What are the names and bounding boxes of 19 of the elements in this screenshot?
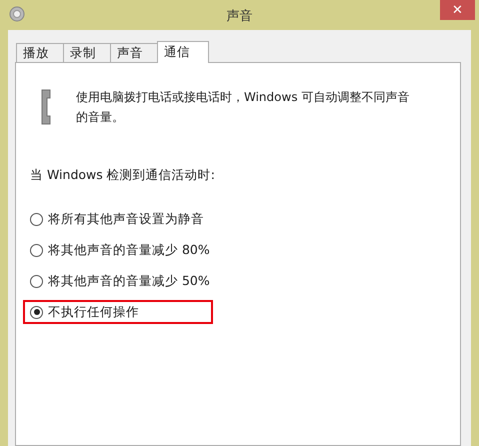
tab[interactable]: 播放	[16, 43, 64, 63]
option-label: 不执行任何操作	[48, 304, 139, 320]
option-label: 将其他声音的音量减少 50%	[48, 272, 210, 290]
radio-option[interactable]: 将所有其他声音设置为静音	[23, 207, 211, 231]
highlighted-radio-option[interactable]: 不执行任何操作	[23, 300, 213, 324]
option-label: 将所有其他声音设置为静音	[48, 210, 204, 228]
radio-button[interactable]	[30, 244, 43, 256]
description-text: 使用电脑拨打电话或接电话时，Windows 可自动调整不同声音的音量。	[76, 89, 410, 126]
tab[interactable]: 通信	[157, 41, 209, 63]
radio-option[interactable]: 将其他声音的音量减少 50%	[23, 269, 217, 293]
prompt-text: 当 Windows 检测到通信活动时:	[30, 167, 216, 184]
radio-option[interactable]: 将其他声音的音量减少 80%	[23, 238, 217, 262]
window-title: 声音	[226, 8, 252, 25]
radio-button[interactable]	[30, 212, 43, 226]
radio-button[interactable]	[30, 306, 43, 318]
radio-button[interactable]	[30, 274, 43, 288]
option-label: 将其他声音的音量减少 80%	[48, 242, 210, 258]
speaker-icon	[9, 6, 25, 22]
close-button[interactable]: ✕	[440, 0, 475, 20]
